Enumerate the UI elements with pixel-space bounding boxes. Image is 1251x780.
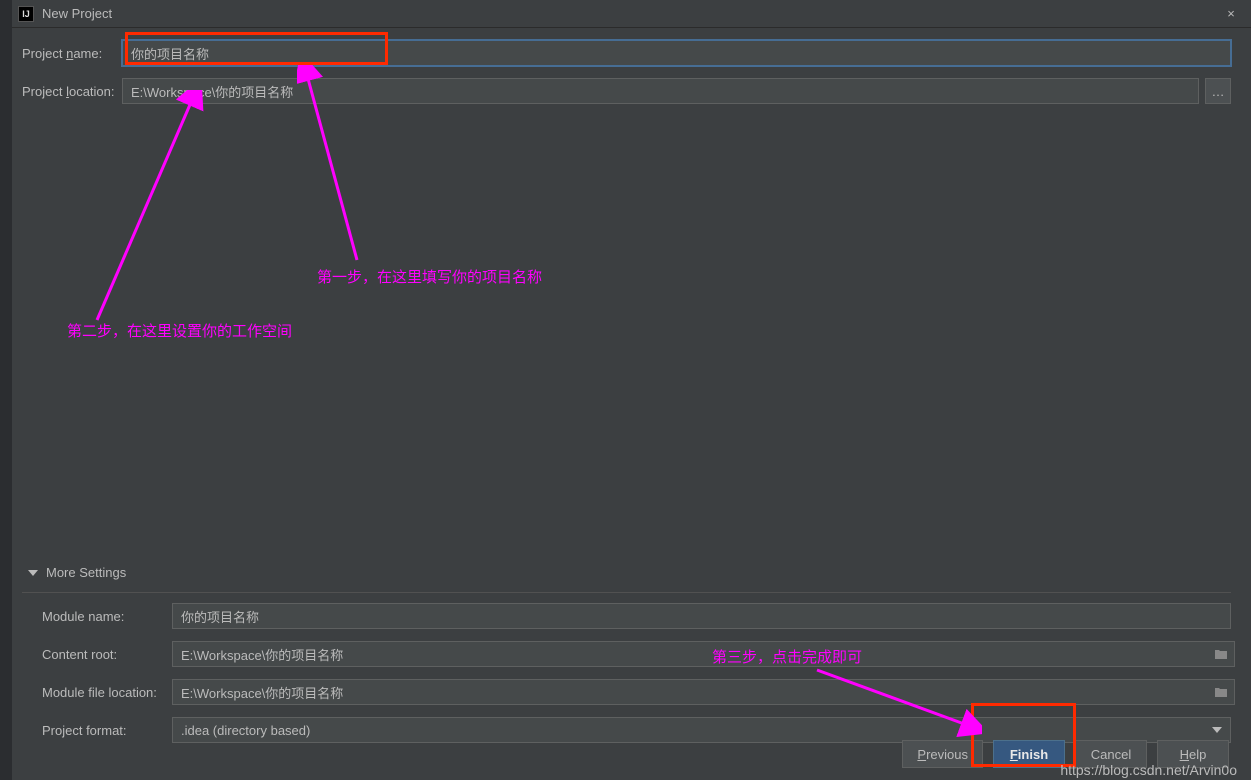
annotation-step3: 第三步，点击完成即可	[712, 646, 862, 667]
browse-location-button[interactable]: …	[1205, 78, 1231, 104]
annotation-step1: 第一步，在这里填写你的项目名称	[317, 266, 542, 287]
watermark: https://blog.csdn.net/Arvin0o	[1060, 762, 1237, 778]
project-location-label: Project location:	[22, 84, 122, 99]
content-root-label: Content root:	[42, 647, 172, 662]
module-name-input[interactable]	[172, 603, 1231, 629]
folder-icon[interactable]	[1211, 682, 1231, 702]
titlebar: IJ New Project ×	[12, 0, 1251, 28]
project-name-input[interactable]	[122, 40, 1231, 66]
previous-button[interactable]: Previous	[902, 740, 983, 768]
chevron-down-icon	[28, 570, 38, 576]
arrow-step2	[87, 90, 207, 340]
more-settings-section: More Settings Module name: Content root:…	[22, 555, 1231, 755]
project-format-label: Project format:	[42, 723, 172, 738]
close-icon[interactable]: ×	[1217, 4, 1245, 24]
divider	[22, 592, 1231, 593]
module-name-row: Module name:	[42, 603, 1231, 629]
chevron-down-icon	[1212, 727, 1222, 733]
new-project-dialog: IJ New Project × Project name: Project l…	[12, 0, 1251, 780]
more-settings-toggle[interactable]: More Settings	[28, 565, 1231, 580]
annotation-step2: 第二步，在这里设置你的工作空间	[67, 320, 292, 341]
content-root-input[interactable]	[172, 641, 1235, 667]
module-name-label: Module name:	[42, 609, 172, 624]
module-file-row: Module file location:	[42, 679, 1231, 705]
content-root-row: Content root:	[42, 641, 1231, 667]
window-title: New Project	[42, 6, 1217, 21]
more-settings-label: More Settings	[46, 565, 126, 580]
folder-icon[interactable]	[1211, 644, 1231, 664]
project-location-row: Project location: …	[22, 78, 1231, 104]
project-format-value: .idea (directory based)	[181, 723, 310, 738]
module-file-input[interactable]	[172, 679, 1235, 705]
dialog-content: Project name: Project location: …	[12, 28, 1251, 104]
project-name-label: Project name:	[22, 46, 122, 61]
finish-button[interactable]: Finish	[993, 740, 1065, 768]
project-location-input[interactable]	[122, 78, 1199, 104]
project-name-row: Project name:	[22, 40, 1231, 66]
app-icon: IJ	[18, 6, 34, 22]
module-file-label: Module file location:	[42, 685, 172, 700]
background-editor-strip	[0, 0, 12, 780]
